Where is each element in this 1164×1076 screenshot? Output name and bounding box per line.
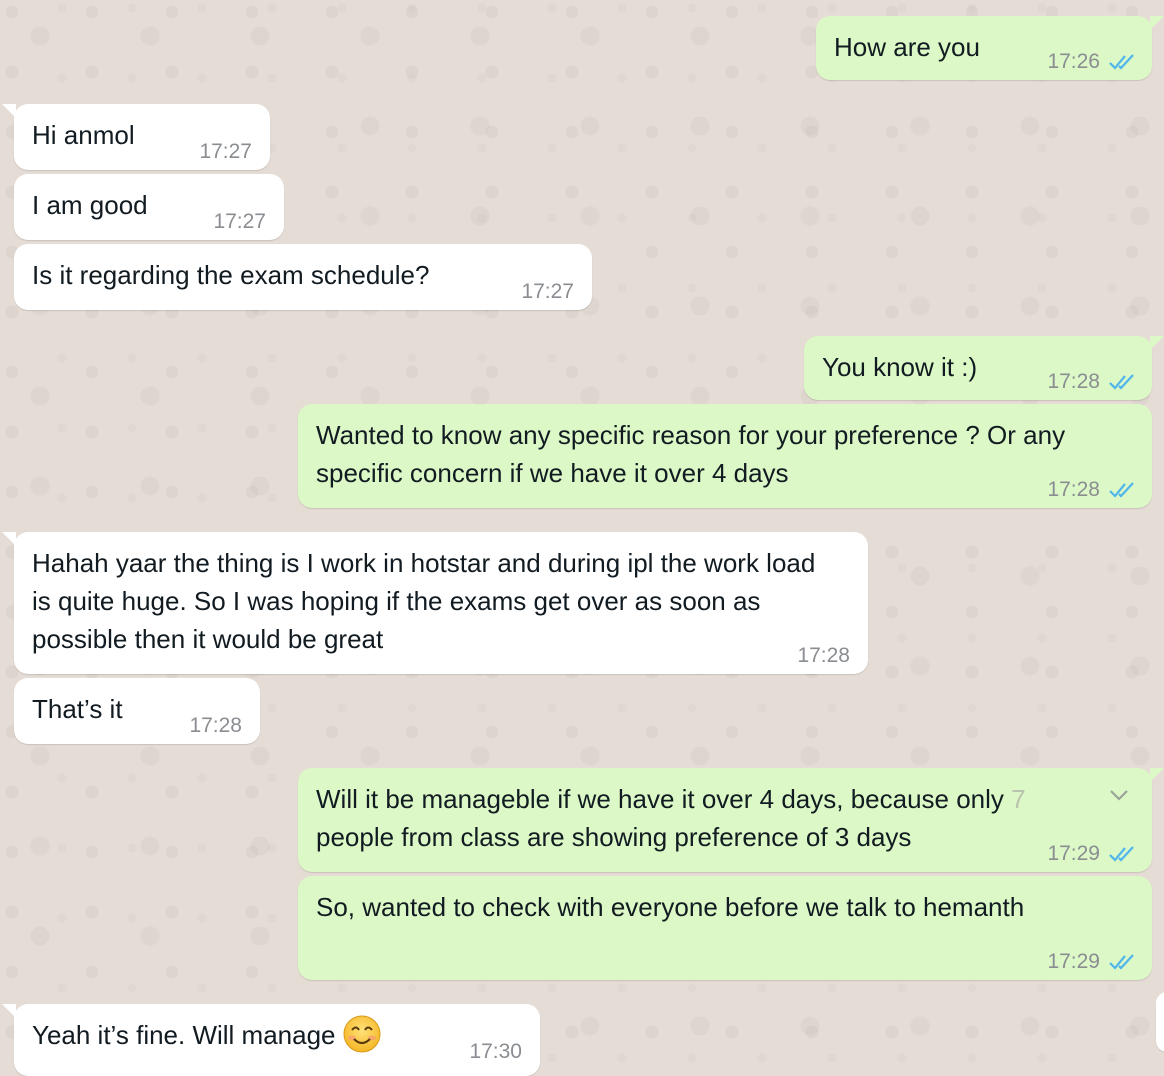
- message-time: 17:30: [469, 1040, 522, 1063]
- message-bubble-outgoing[interactable]: So, wanted to check with everyone before…: [298, 876, 1152, 980]
- double-check-read-icon: [1109, 954, 1134, 970]
- message-text: Hahah yaar the thing is I work in hotsta…: [32, 548, 823, 654]
- message-bubble-outgoing[interactable]: Wanted to know any specific reason for y…: [298, 404, 1152, 508]
- message-bubble-incoming[interactable]: I am good 17:27: [14, 174, 284, 240]
- double-check-read-icon: [1109, 374, 1134, 390]
- chevron-down-icon[interactable]: [1108, 788, 1130, 802]
- message-bubble-outgoing[interactable]: You know it :) 17:28: [804, 336, 1164, 400]
- double-check-read-icon: [1109, 846, 1134, 862]
- message-time: 17:28: [797, 644, 850, 667]
- message-text: Wanted to know any specific reason for y…: [316, 420, 1073, 488]
- message-time: 17:27: [199, 140, 252, 163]
- message-bubble-incoming[interactable]: That’s it 17:28: [14, 678, 260, 744]
- double-check-read-icon: [1109, 482, 1134, 498]
- message-time: 17:27: [213, 210, 266, 233]
- message-time: 17:28: [1047, 370, 1100, 393]
- message-bubble-outgoing[interactable]: How are you 17:26: [816, 16, 1164, 80]
- message-text: Is it regarding the exam schedule?: [32, 260, 430, 290]
- message-meta: 17:28: [1047, 370, 1138, 394]
- message-meta: 17:28: [797, 644, 850, 668]
- partial-bubble-edge: [1156, 992, 1164, 1052]
- message-time: 17:28: [1047, 478, 1100, 501]
- double-check-read-icon: [1109, 54, 1134, 70]
- message-bubble-incoming[interactable]: Hahah yaar the thing is I work in hotsta…: [2, 532, 868, 674]
- message-bubble-incoming[interactable]: Yeah it’s fine. Will manage 17:30: [2, 1004, 540, 1076]
- message-meta: 17:30: [469, 1040, 522, 1064]
- smiling-face-emoji-icon: [343, 1015, 381, 1053]
- message-text: Yeah it’s fine. Will manage: [32, 1015, 522, 1057]
- message-meta: 17:28: [189, 714, 242, 738]
- message-text: Will it be manageble if we have it over …: [316, 784, 1026, 852]
- message-bubble-incoming[interactable]: Hi anmol 17:27: [2, 104, 270, 170]
- message-bubble-incoming[interactable]: Is it regarding the exam schedule? 17:27: [14, 244, 592, 310]
- message-time: 17:29: [1047, 842, 1100, 865]
- message-time: 17:27: [521, 280, 574, 303]
- message-time: 17:28: [189, 714, 242, 737]
- message-meta: 17:27: [521, 280, 574, 304]
- message-meta: 17:26: [1047, 50, 1138, 74]
- message-time: 17:29: [1047, 950, 1100, 973]
- message-bubble-outgoing[interactable]: Will it be manageble if we have it over …: [298, 768, 1164, 872]
- message-meta: 17:27: [213, 210, 266, 234]
- message-time: 17:26: [1047, 50, 1100, 73]
- message-meta: 17:28: [1047, 478, 1138, 502]
- message-meta: 17:27: [199, 140, 252, 164]
- message-meta: 17:29: [1047, 950, 1138, 974]
- message-text: So, wanted to check with everyone before…: [316, 892, 1025, 922]
- message-meta: 17:29: [1047, 842, 1138, 866]
